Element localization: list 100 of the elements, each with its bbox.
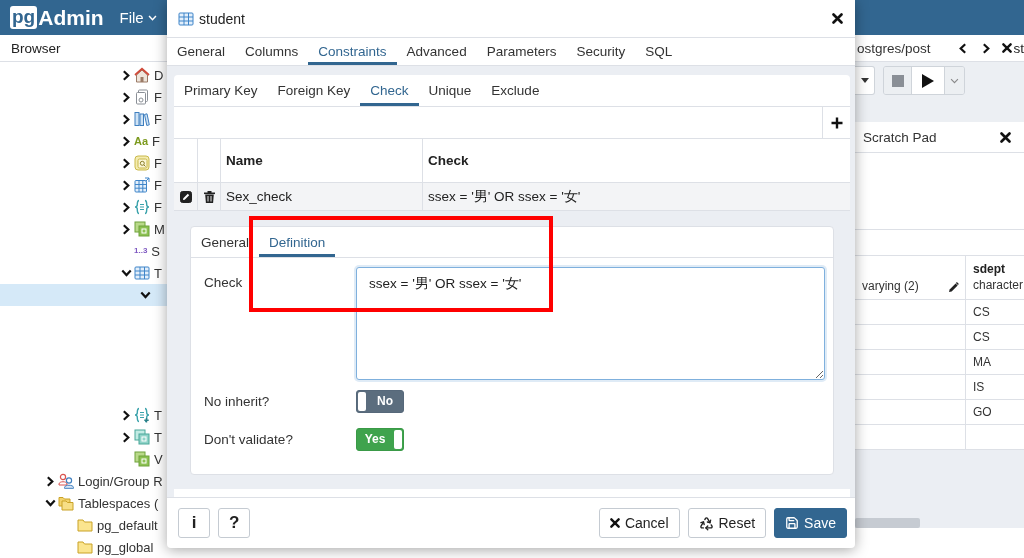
tree-item[interactable]: 1..3 S	[0, 240, 167, 262]
dialog-title: student	[199, 10, 245, 27]
tree-item[interactable]: T	[0, 426, 167, 448]
chevron-right-icon[interactable]	[122, 135, 130, 147]
chevron-down-icon[interactable]	[120, 269, 132, 277]
edit-icon[interactable]	[179, 190, 192, 203]
save-button[interactable]: Save	[774, 508, 847, 538]
tree-item[interactable]: F	[0, 196, 167, 218]
tab-title[interactable]: st	[1013, 40, 1024, 56]
users-icon	[58, 473, 74, 489]
tree-item[interactable]: Login/Group R	[0, 470, 167, 492]
close-icon	[609, 518, 620, 528]
table-cell: CS	[965, 300, 1024, 324]
trash-icon[interactable]	[203, 190, 215, 203]
chevron-right-icon[interactable]	[122, 69, 130, 81]
close-icon[interactable]	[832, 13, 843, 24]
stop-icon	[891, 74, 904, 87]
chevron-right-icon[interactable]	[122, 113, 130, 125]
house-icon	[134, 67, 150, 83]
column-type: character	[973, 278, 1024, 292]
logo-text: Admin	[38, 5, 104, 30]
cancel-button[interactable]: Cancel	[598, 508, 680, 538]
tree-item[interactable]: Aa F	[0, 130, 167, 152]
chevron-right-icon[interactable]	[122, 179, 130, 191]
stacked-squares-icon	[134, 221, 150, 237]
chevron-right-icon[interactable]	[122, 409, 130, 421]
recycle-icon	[698, 515, 714, 531]
tab[interactable]: SQL	[635, 38, 683, 65]
tab[interactable]: Foreign Key	[267, 75, 361, 106]
logo-mark: pg	[10, 6, 38, 29]
chevron-down-icon[interactable]	[44, 499, 56, 507]
close-icon[interactable]	[1000, 131, 1011, 143]
tab[interactable]: Exclude	[481, 75, 550, 106]
braces-plus-icon	[134, 407, 150, 423]
tree-item[interactable]: M	[0, 218, 167, 240]
table-cell: CS	[965, 325, 1024, 349]
tree-item[interactable]: D	[0, 64, 167, 86]
tree-item[interactable]: T	[0, 404, 167, 426]
tab[interactable]: Definition	[259, 227, 336, 257]
tab[interactable]: General	[191, 227, 260, 257]
tab[interactable]: Columns	[235, 38, 309, 65]
reset-button[interactable]: Reset	[687, 508, 767, 538]
caret-icon	[147, 13, 157, 22]
column-header: Name	[221, 139, 423, 182]
folder-icon	[77, 539, 93, 555]
field-label: Check	[204, 274, 244, 290]
breadcrumb-text: ostgres/post	[857, 40, 931, 56]
stacked-squares-icon	[134, 451, 150, 467]
tab[interactable]: General	[167, 38, 236, 65]
tree-item[interactable]: pg_default	[0, 514, 167, 536]
document-icon	[134, 89, 150, 105]
toggle-switch[interactable]: No	[356, 389, 404, 413]
table-cell: MA	[965, 350, 1024, 374]
chevron-right-icon[interactable]	[122, 157, 130, 169]
file-menu[interactable]: File	[119, 9, 157, 26]
table-icon	[134, 265, 150, 281]
execute-button[interactable]	[911, 67, 944, 94]
tree-item[interactable]: pg_global	[0, 536, 167, 558]
table-cell: IS	[965, 375, 1024, 399]
info-button[interactable]: i	[178, 508, 210, 538]
tab[interactable]: Check	[360, 75, 419, 106]
column-type: varying (2)	[862, 279, 919, 293]
tree-item[interactable]: F	[0, 152, 167, 174]
tab[interactable]: Security	[566, 38, 636, 65]
textarea-field[interactable]: ssex = '男' OR ssex = '女'	[356, 267, 825, 380]
tab[interactable]: Advanced	[396, 38, 477, 65]
scrollbar-thumb[interactable]	[855, 518, 920, 528]
tree-item[interactable]: T	[0, 262, 167, 284]
chevron-down-icon	[950, 76, 959, 85]
tree-item[interactable]: F	[0, 174, 167, 196]
letters-icon: Aa	[134, 135, 149, 147]
chevron-right-icon[interactable]	[122, 91, 130, 103]
tree-item[interactable]: F	[0, 108, 167, 130]
column-header: Check	[427, 152, 470, 170]
chevron-right-icon[interactable]	[982, 42, 991, 54]
table-icon	[178, 10, 194, 27]
table-cell: Sex_check	[221, 183, 423, 210]
table-cell: GO	[965, 400, 1024, 424]
close-icon[interactable]	[1002, 43, 1013, 53]
field-label: No inherit?	[204, 393, 271, 409]
chevron-right-icon[interactable]	[122, 201, 130, 213]
tree-item[interactable]: F	[0, 86, 167, 108]
tree-item[interactable]: V	[0, 448, 167, 470]
folder-icon	[77, 517, 93, 533]
table-arrow-icon	[134, 177, 150, 193]
play-icon	[922, 73, 934, 88]
chevron-left-icon[interactable]	[959, 42, 968, 54]
dropdown-button[interactable]	[855, 66, 875, 95]
panel-title: Scratch Pad	[863, 129, 937, 145]
chevron-right-icon[interactable]	[122, 431, 130, 443]
chevron-right-icon[interactable]	[46, 475, 54, 487]
books-icon	[134, 111, 150, 127]
chevron-right-icon[interactable]	[122, 223, 130, 235]
tab[interactable]: Primary Key	[174, 75, 268, 106]
tab[interactable]: Parameters	[476, 38, 567, 65]
tree-item[interactable]: Tablespaces (	[0, 492, 167, 514]
chevron-down-icon[interactable]	[139, 291, 151, 299]
help-button[interactable]: ?	[218, 508, 251, 538]
tab[interactable]: Unique	[418, 75, 482, 106]
field-label: Don't validate?	[204, 431, 294, 447]
